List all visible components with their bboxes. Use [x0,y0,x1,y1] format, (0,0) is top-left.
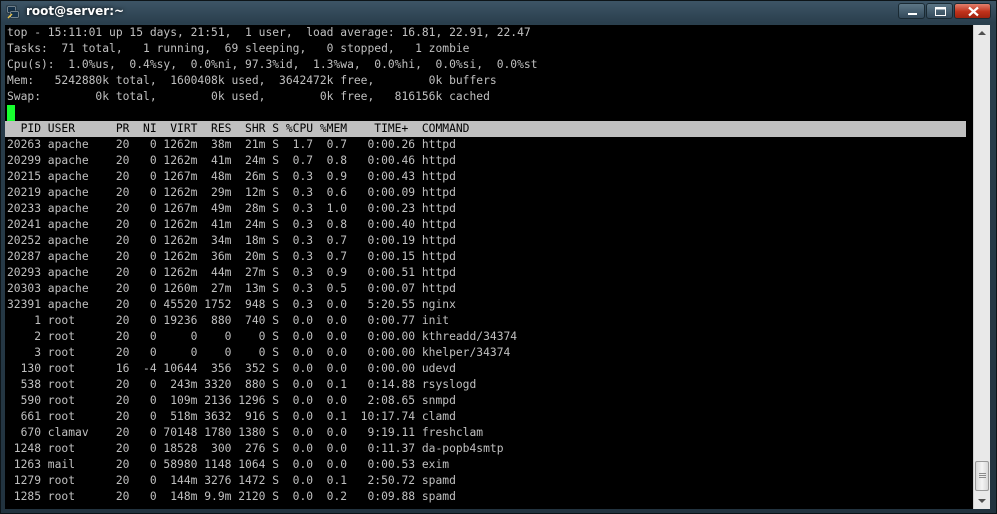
scroll-down-button[interactable] [974,493,990,509]
scroll-up-button[interactable] [974,25,990,41]
process-row: 20293 apache 20 0 1262m 44m 27m S 0.3 0.… [7,266,456,279]
terminal-window: root@server:~ top - 15:11:01 up 15 days,… [0,0,997,514]
top-cpu-line: Cpu(s): 1.0%us, 0.4%sy, 0.0%ni, 97.3%id,… [7,58,538,71]
process-row: 20287 apache 20 0 1262m 36m 20m S 0.3 0.… [7,250,456,263]
process-row: 3 root 20 0 0 0 0 S 0.0 0.0 0:00.00 khel… [7,346,511,359]
vertical-scrollbar[interactable] [973,25,990,509]
putty-icon [6,5,20,19]
minimize-button[interactable] [898,3,925,19]
scroll-thumb[interactable] [975,461,989,491]
process-row: 20303 apache 20 0 1260m 27m 13m S 0.3 0.… [7,282,456,295]
process-row: 20219 apache 20 0 1262m 29m 12m S 0.3 0.… [7,186,456,199]
terminal-output[interactable]: top - 15:11:01 up 15 days, 21:51, 1 user… [5,25,973,509]
process-row: 1279 root 20 0 144m 3276 1472 S 0.0 0.1 … [7,474,456,487]
process-row: 590 root 20 0 109m 2136 1296 S 0.0 0.0 2… [7,394,456,407]
process-row: 20299 apache 20 0 1262m 41m 24m S 0.7 0.… [7,154,456,167]
top-swap-line: Swap: 0k total, 0k used, 0k free, 816156… [7,90,490,103]
process-row: 1263 mail 20 0 58980 1148 1064 S 0.0 0.0… [7,458,450,471]
maximize-button[interactable] [926,3,953,19]
process-row: 32391 apache 20 0 45520 1752 948 S 0.3 0… [7,298,456,311]
process-header-text: PID USER PR NI VIRT RES SHR S %CPU %MEM … [7,122,470,135]
arrow-down-icon [978,499,986,503]
process-row: 130 root 16 -4 10644 356 352 S 0.0 0.0 0… [7,362,456,375]
process-row: 538 root 20 0 243m 3320 880 S 0.0 0.1 0:… [7,378,477,391]
top-tasks-line: Tasks: 71 total, 1 running, 69 sleeping,… [7,42,470,55]
process-row: 670 clamav 20 0 70148 1780 1380 S 0.0 0.… [7,426,484,439]
top-uptime-line: top - 15:11:01 up 15 days, 21:51, 1 user… [7,26,531,39]
process-row: 20241 apache 20 0 1262m 41m 24m S 0.3 0.… [7,218,456,231]
process-row: 20263 apache 20 0 1262m 38m 21m S 1.7 0.… [7,138,456,151]
process-table-header: PID USER PR NI VIRT RES SHR S %CPU %MEM … [5,121,966,137]
arrow-up-icon [978,31,986,35]
process-row: 1 root 20 0 19236 880 740 S 0.0 0.0 0:00… [7,314,450,327]
maximize-icon [935,7,946,16]
process-row: 20233 apache 20 0 1267m 49m 28m S 0.3 1.… [7,202,456,215]
terminal-cursor [7,105,15,121]
process-row: 1248 root 20 0 18528 300 276 S 0.0 0.0 0… [7,442,504,455]
process-row: 2 root 20 0 0 0 0 S 0.0 0.0 0:00.00 kthr… [7,330,518,343]
close-icon [968,6,979,17]
process-row: 20215 apache 20 0 1267m 48m 26m S 0.3 0.… [7,170,456,183]
process-row: 1285 root 20 0 148m 9.9m 2120 S 0.0 0.2 … [7,490,456,503]
window-title: root@server:~ [26,4,125,18]
close-button[interactable] [954,3,991,19]
top-mem-line: Mem: 5242880k total, 1600408k used, 3642… [7,74,497,87]
minimize-icon [908,13,917,15]
process-row: 661 root 20 0 518m 3632 916 S 0.0 0.1 10… [7,410,456,423]
process-row: 20252 apache 20 0 1262m 34m 18m S 0.3 0.… [7,234,456,247]
title-bar[interactable]: root@server:~ [1,1,997,23]
